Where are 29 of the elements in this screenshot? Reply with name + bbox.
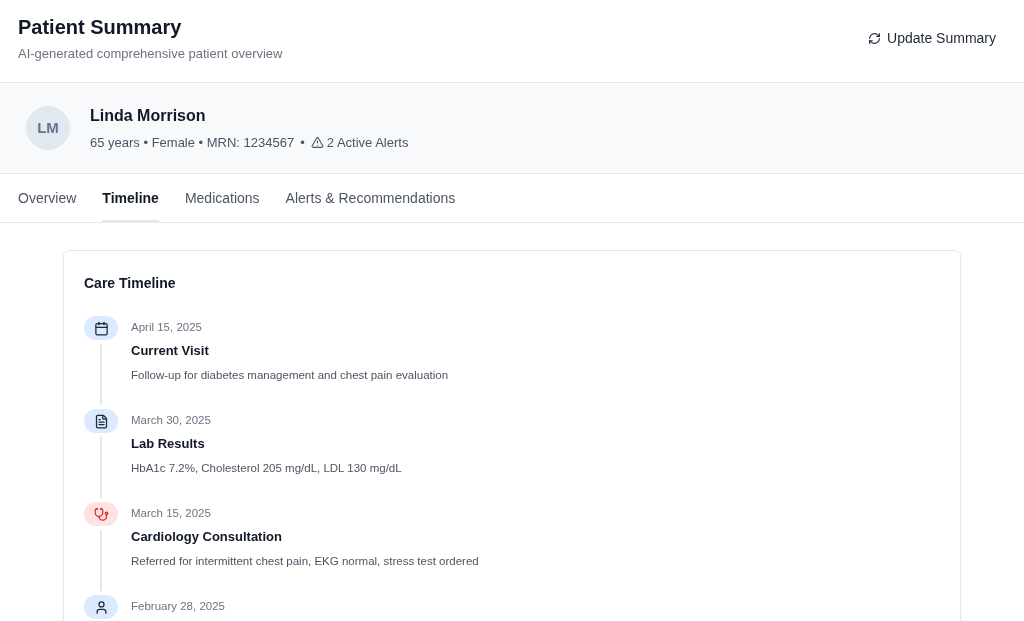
event-description: Follow-up for diabetes management and chest pain evaluation (131, 367, 449, 383)
alerts-count: 2 Active Alerts (326, 133, 409, 152)
event-date: February 28, 2025 (131, 599, 225, 614)
stethoscope-icon (93, 506, 109, 522)
event-date: March 15, 2025 (131, 506, 212, 521)
card-title: Care Timeline (84, 274, 177, 293)
warning-icon (310, 136, 324, 149)
event-title: Cardiology Consultation (131, 528, 283, 547)
page-title: Patient Summary (18, 15, 183, 40)
avatar: LM (26, 106, 70, 150)
event-title: Lab Results (131, 435, 206, 454)
event-description: Referred for intermittent chest pain, EKG normal, stress test ordered (131, 553, 479, 569)
patient-name: Linda Morrison (90, 105, 207, 126)
refresh-icon (868, 32, 882, 45)
tab[interactable]: Medications (184, 174, 260, 222)
event-date: March 30, 2025 (131, 413, 212, 428)
event-description: HbA1c 7.2%, Cholesterol 205 mg/dL, LDL 130 mg/dL (131, 460, 402, 476)
calendar-icon (93, 320, 109, 336)
person-icon (93, 599, 109, 615)
page-subtitle: AI-generated comprehensive patient overview (18, 45, 283, 63)
event-date: April 15, 2025 (131, 320, 203, 335)
tab[interactable]: Alerts & Recommendations (285, 174, 456, 222)
update-summary-button[interactable]: Update Summary (868, 28, 1006, 49)
tab[interactable]: Timeline (102, 174, 159, 222)
separator-dot: • (300, 133, 305, 152)
tab[interactable]: Overview (18, 174, 77, 222)
patient-details: 65 years • Female • MRN: 1234567 (90, 133, 295, 152)
event-title: Current Visit (131, 342, 210, 361)
document-icon (93, 413, 109, 429)
